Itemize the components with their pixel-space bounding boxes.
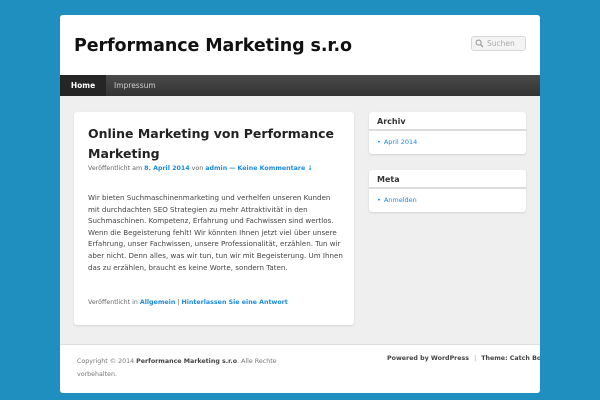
- bullet-icon: •: [377, 196, 381, 204]
- main-nav: Home Impressum: [60, 75, 540, 96]
- bullet-icon: •: [377, 138, 381, 146]
- meta-widget-title: Meta: [369, 170, 526, 189]
- meta-author-link[interactable]: admin: [205, 165, 227, 172]
- archive-item-label: April 2014: [383, 138, 418, 146]
- footer-credits: Powered by WordPress | Theme: Catch Box: [387, 355, 540, 362]
- meta-item[interactable]: • Anmelden: [377, 195, 526, 206]
- theme-link[interactable]: Theme: Catch Box: [481, 355, 540, 362]
- copyright-prefix: Copyright © 2014: [77, 358, 135, 365]
- nav-item-home[interactable]: Home: [60, 75, 106, 96]
- meta-comments-link[interactable]: Keine Kommentare ↓: [238, 165, 313, 172]
- meta-published-prefix: Veröffentlicht am: [88, 165, 143, 172]
- meta-separator: —: [229, 165, 236, 172]
- credits-divider: |: [474, 355, 477, 362]
- archive-item[interactable]: • April 2014: [377, 137, 526, 148]
- category-link[interactable]: Allgemein: [140, 299, 175, 306]
- powered-by-link[interactable]: Powered by WordPress: [387, 355, 469, 362]
- post-meta: Veröffentlicht am 8. April 2014 von admi…: [88, 165, 348, 172]
- copyright-site-link[interactable]: Performance Marketing s.r.o: [136, 358, 237, 365]
- page-wrapper: Performance Marketing s.r.o Suchen Home …: [60, 15, 540, 393]
- archive-widget-title: Archiv: [369, 112, 526, 131]
- site-title[interactable]: Performance Marketing s.r.o: [74, 36, 352, 56]
- search-placeholder: Suchen: [487, 39, 515, 48]
- meta-by: von: [191, 165, 204, 172]
- search-icon: [475, 39, 484, 48]
- post-article: Online Marketing von Performance Marketi…: [74, 112, 354, 325]
- post-footer: Veröffentlicht in Allgemein | Hinterlass…: [88, 299, 348, 306]
- archive-widget: Archiv • April 2014: [369, 112, 526, 154]
- post-title[interactable]: Online Marketing von Performance Marketi…: [88, 124, 338, 164]
- reply-link[interactable]: Hinterlassen Sie eine Antwort: [181, 299, 287, 306]
- meta-date-link[interactable]: 8. April 2014: [144, 165, 190, 172]
- copyright: Copyright © 2014 Performance Marketing s…: [77, 355, 297, 381]
- footer-divider: |: [177, 299, 180, 306]
- search-input[interactable]: Suchen: [471, 36, 526, 51]
- meta-widget: Meta • Anmelden: [369, 170, 526, 212]
- footer-category-prefix: Veröffentlicht in: [88, 299, 138, 306]
- meta-item-label: Anmelden: [383, 196, 417, 204]
- nav-item-impressum[interactable]: Impressum: [114, 75, 156, 96]
- content-area: Online Marketing von Performance Marketi…: [60, 96, 540, 344]
- site-footer: Copyright © 2014 Performance Marketing s…: [60, 344, 540, 393]
- site-header: Performance Marketing s.r.o Suchen: [60, 15, 540, 75]
- post-body: Wir bieten Suchmaschinenmarketing und ve…: [88, 193, 343, 272]
